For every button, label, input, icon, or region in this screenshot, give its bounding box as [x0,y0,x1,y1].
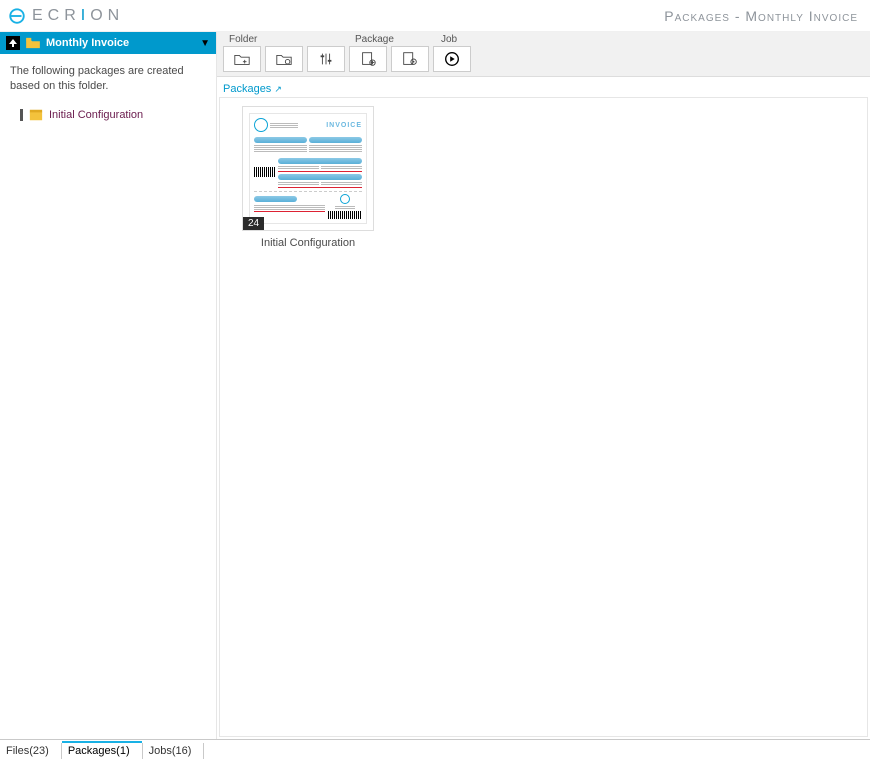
package-page-count-badge: 24 [243,217,264,230]
package-card-initial-configuration[interactable]: INVOICE [228,106,388,249]
chevron-down-icon[interactable]: ▼ [200,38,210,49]
sidebar-item-initial-configuration[interactable]: Initial Configuration [20,108,216,122]
folder-icon [26,37,40,49]
folder-new-button[interactable] [223,46,261,72]
up-arrow-icon[interactable] [6,36,20,50]
packages-section-title[interactable]: Packages ↗ [217,77,870,97]
package-card-label: Initial Configuration [261,237,355,249]
sidebar-description: The following packages are created based… [0,54,216,94]
toolbar: Folder Package Job [217,32,870,77]
packages-panel: INVOICE [219,97,868,737]
brand-logo-icon [8,7,26,25]
package-settings-button[interactable] [391,46,429,72]
folder-tools-button[interactable] [307,46,345,72]
sidebar-item-label: Initial Configuration [49,109,143,121]
folder-settings-button[interactable] [265,46,303,72]
toolbar-group-package-label: Package [355,34,441,45]
play-icon [443,50,461,68]
folder-new-icon [233,50,251,68]
package-thumbnail[interactable]: INVOICE [242,106,374,231]
sidebar-current-folder-label: Monthly Invoice [46,37,129,49]
sidebar-package-list: Initial Configuration [0,94,216,122]
footer-tab-files[interactable]: Files(23) [0,743,62,759]
packages-section-title-text: Packages [223,83,271,95]
footer-tab-jobs[interactable]: Jobs(16) [143,743,205,759]
sidebar-current-folder[interactable]: Monthly Invoice ▼ [0,32,216,54]
sidebar: Monthly Invoice ▼ The following packages… [0,32,217,739]
app-header: ECRION Packages - Monthly Invoice [0,0,870,32]
footer-tab-packages[interactable]: Packages(1) [62,743,143,759]
sliders-icon [317,50,335,68]
brand: ECRION [8,7,124,25]
footer-tabs: Files(23) Packages(1) Jobs(16) [0,739,870,759]
footer-tab-label: Jobs [149,745,172,757]
toolbar-group-labels: Folder Package Job [223,34,864,45]
main: Folder Package Job [217,32,870,739]
page-gear-icon [401,50,419,68]
job-run-button[interactable] [433,46,471,72]
toolbar-group-folder-label: Folder [223,34,355,45]
brand-name: ECRION [32,7,124,25]
page-new-icon [359,50,377,68]
toolbar-group-job-label: Job [441,34,521,45]
package-new-button[interactable] [349,46,387,72]
sidebar-item-marker-icon [20,109,23,121]
footer-tab-label: Packages [68,745,116,757]
invoice-preview-icon: INVOICE [249,113,367,224]
folder-gear-icon [275,50,293,68]
breadcrumb: Packages - Monthly Invoice [664,8,858,24]
package-icon [29,108,43,122]
footer-tab-label: Files [6,745,29,757]
popout-icon[interactable]: ↗ [274,84,282,95]
